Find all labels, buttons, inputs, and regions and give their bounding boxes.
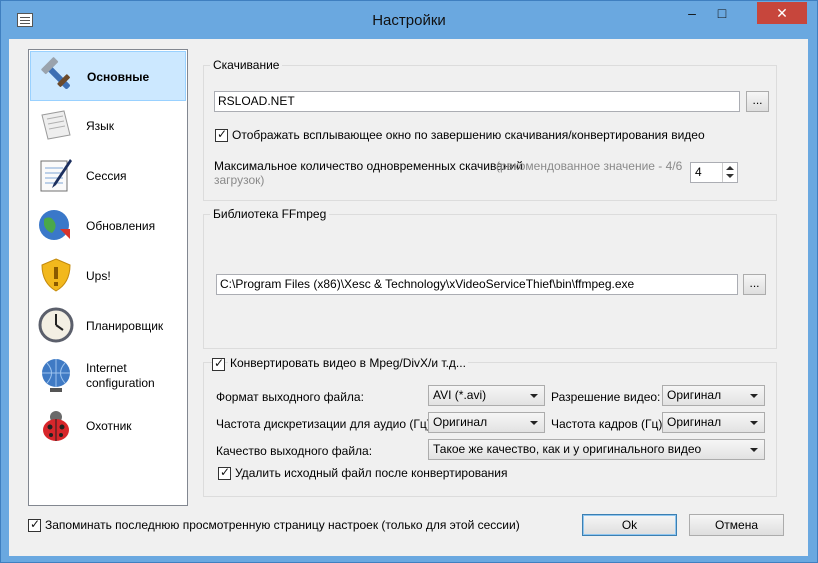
sidebar-item-label: Язык <box>86 118 115 133</box>
remember-page-checkbox[interactable] <box>28 517 41 532</box>
audio-rate-select[interactable]: Оригинал <box>428 412 545 433</box>
output-quality-label: Качество выходного файла: <box>216 444 373 458</box>
max-downloads-spinbox[interactable]: 4 <box>690 162 738 183</box>
notepad-pen-icon <box>40 159 72 192</box>
download-folder-input[interactable]: RSLOAD.NET <box>214 91 740 112</box>
clock-icon <box>38 307 74 343</box>
output-quality-select[interactable]: Такое же качество, как и у оригинального… <box>428 439 765 460</box>
sidebar-item-label: Internet configuration <box>86 361 155 390</box>
settings-category-list[interactable]: Основные Язык Сессия Обновления Ups! Пла… <box>28 49 188 506</box>
sidebar-item-label: Сессия <box>86 168 127 183</box>
sidebar-item-ups[interactable]: Ups! <box>30 251 186 301</box>
delete-source-checkbox[interactable] <box>218 465 231 480</box>
max-downloads-hint: (рекомендованное значение - 4/6 <box>496 159 683 173</box>
spin-up-icon[interactable] <box>726 166 734 170</box>
show-popup-checkbox[interactable] <box>215 127 228 142</box>
network-globe-icon <box>42 359 70 392</box>
sidebar-item-label: Основные <box>87 69 150 84</box>
download-group: Скачивание RSLOAD.NET ... Отображать всп… <box>203 58 777 201</box>
max-downloads-label: Максимальное количество одновременных ск… <box>214 159 523 173</box>
output-format-value: AVI (*.avi) <box>433 388 487 402</box>
sidebar-item-scheduler[interactable]: Планировщик <box>30 301 186 351</box>
remember-page-label: Запоминать последнюю просмотренную стран… <box>45 518 520 532</box>
max-downloads-hint-continued: загрузок) <box>214 173 265 187</box>
frame-rate-select[interactable]: Оригинал <box>662 412 765 433</box>
delete-source-label: Удалить исходный файл после конвертирова… <box>235 466 508 480</box>
convert-group: Конвертировать видео в Mpeg/DivX/и т.д..… <box>203 356 777 497</box>
ffmpeg-path-browse-button[interactable]: ... <box>743 274 766 295</box>
chevron-down-icon <box>750 421 758 425</box>
sidebar-item-label: Планировщик <box>86 318 164 333</box>
output-quality-value: Такое же качество, как и у оригинального… <box>433 442 702 456</box>
chevron-down-icon <box>750 448 758 452</box>
ffmpeg-path-input[interactable]: C:\Program Files (x86)\Xesc & Technology… <box>216 274 738 295</box>
sidebar-item-session[interactable]: Сессия <box>30 151 186 201</box>
ok-button[interactable]: Ok <box>582 514 677 536</box>
sidebar-item-updates[interactable]: Обновления <box>30 201 186 251</box>
close-button[interactable]: ✕ <box>757 2 807 24</box>
chevron-down-icon <box>750 394 758 398</box>
convert-video-checkbox[interactable] <box>212 356 225 371</box>
cancel-button[interactable]: Отмена <box>689 514 784 536</box>
dialog-client-area: Основные Язык Сессия Обновления Ups! Пла… <box>9 39 808 556</box>
output-format-label: Формат выходного файла: <box>216 390 364 404</box>
spin-down-icon[interactable] <box>726 174 734 178</box>
sidebar-item-general[interactable]: Основные <box>30 51 186 101</box>
frame-rate-value: Оригинал <box>667 415 722 429</box>
scroll-icon <box>41 110 71 140</box>
sidebar-item-label: Ups! <box>86 268 111 283</box>
tools-icon <box>41 57 70 89</box>
sidebar-item-label: Обновления <box>86 218 156 233</box>
download-group-title: Скачивание <box>210 58 283 72</box>
sidebar-item-language[interactable]: Язык <box>30 101 186 151</box>
title-bar[interactable]: Настройки – □ ✕ <box>1 1 817 39</box>
audio-rate-label: Частота дискретизации для аудио (Гц): <box>216 417 435 431</box>
download-folder-browse-button[interactable]: ... <box>746 91 769 112</box>
sidebar-item-hunter[interactable]: Охотник <box>30 401 186 451</box>
spin-arrows[interactable] <box>722 163 737 182</box>
ladybug-icon <box>43 411 69 441</box>
output-format-select[interactable]: AVI (*.avi) <box>428 385 545 406</box>
video-resolution-select[interactable]: Оригинал <box>662 385 765 406</box>
chevron-down-icon <box>530 394 538 398</box>
convert-video-label: Конвертировать видео в Mpeg/DivX/и т.д..… <box>228 356 468 370</box>
minimize-button[interactable]: – <box>677 2 707 24</box>
max-downloads-value: 4 <box>695 165 702 179</box>
chevron-down-icon <box>530 421 538 425</box>
frame-rate-label: Частота кадров (Гц) <box>551 417 663 431</box>
sidebar-item-label: Охотник <box>86 418 132 433</box>
warning-shield-icon <box>41 258 71 292</box>
video-resolution-label: Разрешение видео: <box>551 390 661 404</box>
globe-update-icon <box>39 210 70 240</box>
settings-window: Настройки – □ ✕ Основные Язык Сессия Обн… <box>0 0 818 563</box>
audio-rate-value: Оригинал <box>433 415 488 429</box>
ffmpeg-group-title: Библиотека FFmpeg <box>210 207 330 221</box>
video-resolution-value: Оригинал <box>667 388 722 402</box>
show-popup-label: Отображать всплывающее окно по завершени… <box>232 128 705 142</box>
sidebar-item-internet-configuration[interactable]: Internet configuration <box>30 351 186 401</box>
maximize-button[interactable]: □ <box>707 2 737 24</box>
ffmpeg-group: Библиотека FFmpeg C:\Program Files (x86)… <box>203 207 777 349</box>
